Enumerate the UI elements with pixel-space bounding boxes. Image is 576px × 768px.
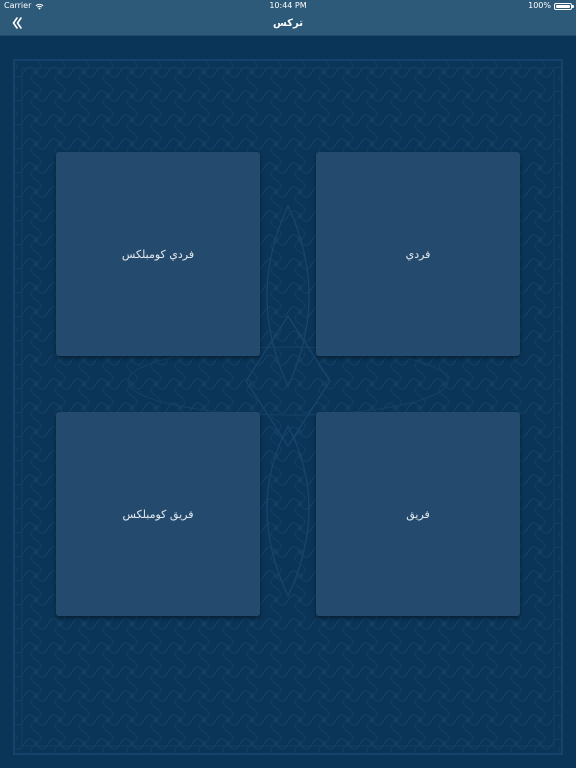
card-label: فردي xyxy=(405,247,431,261)
card-label: فردي كومبلكس xyxy=(121,247,195,261)
navigation-bar: تركس xyxy=(0,12,576,36)
card-label: فريق xyxy=(406,507,430,521)
card-single[interactable]: فردي xyxy=(316,152,520,356)
card-team[interactable]: فريق xyxy=(316,412,520,616)
status-bar: Carrier 10:44 PM 100% xyxy=(0,0,576,12)
card-label: فريق كومبلكس xyxy=(122,507,194,521)
page-title: تركس xyxy=(273,18,303,29)
card-single-complex[interactable]: فردي كومبلكس xyxy=(56,152,260,356)
status-right: 100% xyxy=(528,0,574,12)
ornamental-background xyxy=(13,59,563,755)
battery-icon xyxy=(554,2,574,10)
screen: Carrier 10:44 PM 100% تركس فردي كومبلكس … xyxy=(0,0,576,768)
battery-percent: 100% xyxy=(528,1,551,10)
status-time: 10:44 PM xyxy=(269,1,307,10)
card-team-complex[interactable]: فريق كومبلكس xyxy=(56,412,260,616)
battery-fill xyxy=(556,4,570,8)
